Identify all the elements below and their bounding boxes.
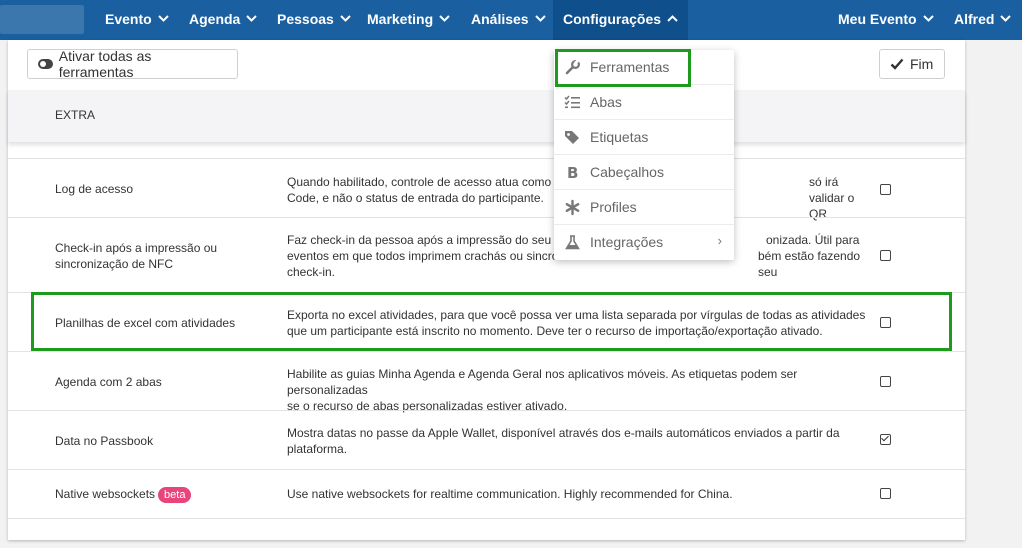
row-title: Log de acesso <box>55 182 134 196</box>
chevron-down-icon <box>922 15 934 23</box>
nav-meu-evento[interactable]: Meu Evento <box>838 0 934 40</box>
desc-line: eventos em que todos imprimem crachás ou… <box>287 249 566 263</box>
enable-all-tools-button[interactable]: Ativar todas as ferramentas <box>27 48 238 80</box>
chevron-down-icon <box>534 15 546 23</box>
chevron-down-icon <box>340 15 351 23</box>
menu-item-profiles[interactable]: Profiles <box>554 190 734 225</box>
bold-b-icon: B <box>567 164 578 181</box>
row-title-text: Native websockets <box>55 487 156 501</box>
nav-analises-label: Análises <box>471 11 529 27</box>
top-navbar: Evento Agenda Pessoas Marketing Análises… <box>0 0 1022 40</box>
row-title-line: Check-in após a impressão ou <box>55 241 218 255</box>
tools-panel: Ativar todas as ferramentas Fim EXTRA Lo… <box>8 40 965 540</box>
highlight-box <box>555 49 691 87</box>
section-title: EXTRA <box>55 108 96 122</box>
nav-user-menu[interactable]: Alfred <box>954 0 1012 40</box>
chevron-down-icon <box>157 15 169 23</box>
nav-configuracoes-label: Configurações <box>563 11 662 27</box>
done-button[interactable]: Fim <box>879 49 945 79</box>
svg-text:B: B <box>567 164 578 181</box>
list-check-icon <box>564 95 580 109</box>
menu-item-label: Abas <box>590 94 622 110</box>
nav-meu-evento-label: Meu Evento <box>838 11 917 27</box>
desc-line-tail: bém estão fazendo seu <box>758 249 861 279</box>
section-header: EXTRA <box>8 90 965 142</box>
checkin-impressao-checkbox[interactable] <box>880 250 891 261</box>
nav-user-label: Alfred <box>954 11 995 27</box>
table-row: Check-in após a impressão ou sincronizaç… <box>8 217 965 291</box>
nav-agenda-label: Agenda <box>189 11 241 27</box>
table-row: Native websockets beta Use native websock… <box>8 469 965 519</box>
nav-pessoas[interactable]: Pessoas <box>277 0 351 40</box>
desc-line: plataforma. <box>287 442 348 456</box>
log-de-acesso-checkbox[interactable] <box>880 184 891 195</box>
nav-evento[interactable]: Evento <box>105 0 169 40</box>
desc-line: Mostra datas no passe da Apple Wallet, d… <box>287 426 840 440</box>
table-row: Log de acesso Quando habilitado, control… <box>8 158 965 221</box>
desc-line: Quando habilitado, controle de acesso at… <box>287 175 558 189</box>
desc-line-tail: onizada. Útil para <box>766 233 860 247</box>
tags-icon <box>565 131 579 144</box>
agenda-2-abas-checkbox[interactable] <box>880 376 891 387</box>
row-title: Native websockets beta <box>55 486 255 503</box>
nav-configuracoes[interactable]: Configurações <box>553 0 689 40</box>
row-description: Habilite as guias Minha Agenda e Agenda … <box>287 366 869 414</box>
row-title: Agenda com 2 abas <box>55 375 162 389</box>
toggle-icon <box>38 59 53 69</box>
menu-item-label: Etiquetas <box>590 129 649 145</box>
chevron-up-icon <box>667 15 678 23</box>
native-websockets-checkbox[interactable] <box>880 488 891 499</box>
chevron-right-icon: › <box>717 233 722 248</box>
logo[interactable] <box>0 5 84 34</box>
beta-badge: beta <box>158 487 192 503</box>
nav-agenda[interactable]: Agenda <box>189 0 258 40</box>
menu-item-cabecalhos[interactable]: B Cabeçalhos <box>554 155 734 190</box>
asterisk-icon <box>565 199 580 216</box>
chevron-down-icon <box>1000 15 1012 23</box>
row-title-line: sincronização de NFC <box>55 257 174 271</box>
nav-pessoas-label: Pessoas <box>277 11 334 27</box>
menu-item-etiquetas[interactable]: Etiquetas <box>554 120 734 155</box>
enable-all-tools-label: Ativar todas as ferramentas <box>58 48 152 80</box>
menu-item-label: Cabeçalhos <box>590 164 664 180</box>
menu-item-label: Integrações <box>590 234 664 250</box>
nav-analises[interactable]: Análises <box>471 0 546 40</box>
row-title: Data no Passbook <box>55 434 154 448</box>
desc-line: Habilite as guias Minha Agenda e Agenda … <box>287 367 798 397</box>
desc-line-tail: só irá validar o QR <box>809 175 855 221</box>
menu-item-label: Profiles <box>590 199 637 215</box>
desc-line: Faz check-in da pessoa após a impressão … <box>287 233 572 247</box>
row-description: Use native websockets for realtime commu… <box>287 486 869 502</box>
chevron-down-icon <box>439 15 450 23</box>
menu-item-abas[interactable]: Abas <box>554 85 734 120</box>
table-row: Agenda com 2 abas Habilite as guias Minh… <box>8 351 965 413</box>
desc-line: Use native websockets for realtime commu… <box>287 487 733 501</box>
data-passbook-checkbox[interactable] <box>880 434 891 445</box>
table-row: Data no Passbook Mostra datas no passe d… <box>8 410 965 469</box>
highlight-box <box>31 292 952 351</box>
row-title: Check-in após a impressão ou sincronizaç… <box>55 240 255 272</box>
nav-evento-label: Evento <box>105 11 152 27</box>
check-icon <box>890 58 904 70</box>
flask-icon <box>565 235 580 250</box>
nav-marketing-label: Marketing <box>367 11 434 27</box>
chevron-down-icon <box>246 15 258 23</box>
row-description: Mostra datas no passe da Apple Wallet, d… <box>287 425 869 457</box>
nav-marketing[interactable]: Marketing <box>367 0 450 40</box>
menu-item-integracoes[interactable]: Integrações › <box>554 225 734 260</box>
done-label: Fim <box>910 56 934 72</box>
